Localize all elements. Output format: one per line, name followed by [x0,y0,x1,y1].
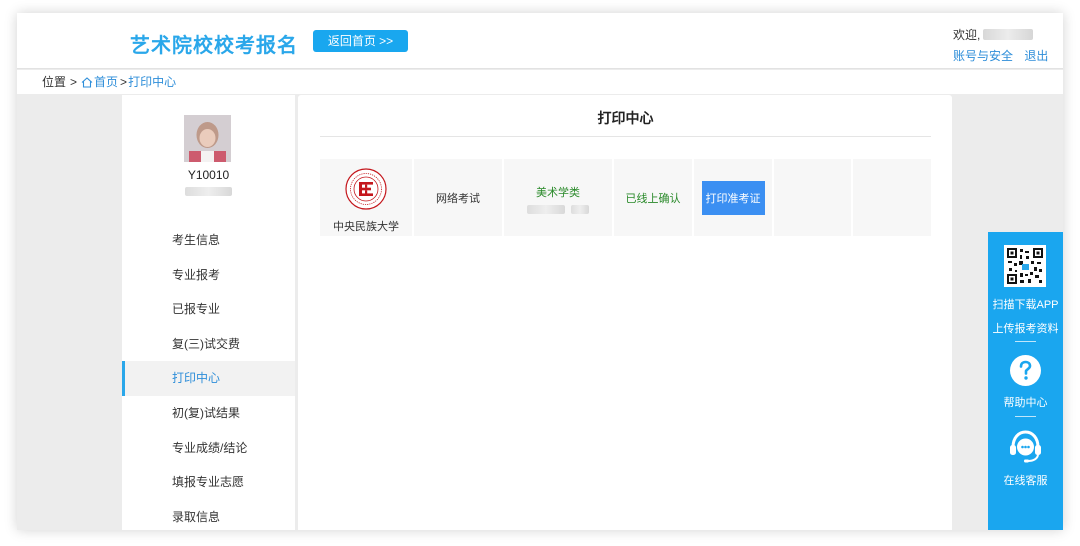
action-cell: 打印准考证 [694,159,772,236]
header: 艺术院校校考报名 返回首页 >> 欢迎, 账号与安全 退出 [17,13,1063,69]
student-id: Y10010 [187,168,230,182]
breadcrumb-home[interactable]: 首页 [81,70,118,94]
avatar [184,115,231,162]
divider [1015,341,1036,342]
upload-materials-link[interactable]: 上传报考资料 [988,320,1063,336]
breadcrumb-separator: > [120,75,128,89]
sidebar-item-retest-payment[interactable]: 复(三)试交费 [122,327,295,362]
breadcrumb-current[interactable]: 打印中心 [128,70,176,94]
floating-sidebar: 扫描下载APP 上传报考资料 帮助中心 在线客服 [988,232,1063,530]
exam-type-cell: 网络考试 [414,159,502,236]
breadcrumb-separator: > [70,75,78,89]
account-security-link[interactable]: 账号与安全 [953,49,1013,63]
logout-link[interactable]: 退出 [1024,49,1048,63]
major-cell: 美术学类 [504,159,612,236]
school-cell: 中央民族大学 [320,159,412,236]
table-row: 中央民族大学 网络考试 美术学类 已线上确认 打印准考证 [320,159,931,236]
scan-download-app-text: 扫描下载APP [992,299,1059,311]
main-content: 打印中心 中央民族大学 网络考试 美术学类 已线上确认 打印准考证 [298,95,952,530]
divider [1015,416,1036,417]
qr-code-icon[interactable] [1004,245,1046,287]
app-window: 艺术院校校考报名 返回首页 >> 欢迎, 账号与安全 退出 位置 > 首页 > … [17,13,1063,530]
sidebar-item-exam-results[interactable]: 初(复)试结果 [122,396,295,431]
major-name: 美术学类 [536,186,580,199]
student-name-blurred [185,187,232,196]
page-title: 打印中心 [320,95,931,137]
breadcrumb-position-label: 位置 [42,75,67,89]
sidebar-item-print-center[interactable]: 打印中心 [122,361,295,396]
major-detail-blurred [527,204,589,214]
school-logo-icon [345,167,387,210]
status-cell: 已线上确认 [614,159,692,236]
help-center-link[interactable]: 帮助中心 [988,394,1063,410]
customer-service-icon[interactable] [1007,428,1044,464]
home-icon [81,77,93,88]
sidebar-item-apply-major[interactable]: 专业报考 [122,258,295,293]
avatar-image [184,115,231,162]
help-icon[interactable] [1009,354,1042,387]
empty-cell [853,159,931,236]
sidebar-item-student-info[interactable]: 考生信息 [122,223,295,258]
sidebar-menu: 考生信息 专业报考 已报专业 复(三)试交费 打印中心 初(复)试结果 专业成绩… [122,223,295,530]
username-blurred [983,29,1034,40]
sidebar-item-applied-majors[interactable]: 已报专业 [122,292,295,327]
site-title: 艺术院校校考报名 [130,35,298,57]
user-box: 欢迎, 账号与安全 退出 [953,26,1056,64]
sidebar-item-volunteer[interactable]: 填报专业志愿 [122,465,295,500]
online-service-link[interactable]: 在线客服 [988,472,1063,488]
breadcrumb: 位置 > 首页 > 打印中心 [17,70,1063,94]
sidebar: Y10010 考生信息 专业报考 已报专业 复(三)试交费 打印中心 初(复)试… [122,95,295,530]
sidebar-item-scores[interactable]: 专业成绩/结论 [122,431,295,466]
sidebar-item-admission[interactable]: 录取信息 [122,500,295,530]
empty-cell [774,159,851,236]
school-name: 中央民族大学 [333,220,399,233]
welcome-text: 欢迎, [953,28,981,42]
home-button[interactable]: 返回首页 >> [313,30,408,52]
print-admission-ticket-button[interactable]: 打印准考证 [701,180,765,215]
